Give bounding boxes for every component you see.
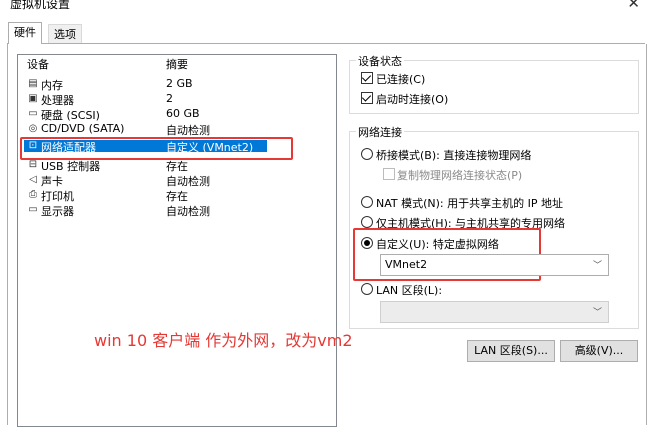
- device-summary: 60 GB: [166, 107, 200, 120]
- title-bar: [0, 0, 650, 18]
- close-icon[interactable]: ✕: [627, 0, 640, 12]
- connect-on-power-checkbox[interactable]: [361, 92, 373, 104]
- device-name: 处理器: [41, 94, 74, 107]
- chevron-down-icon: ﹀: [592, 261, 602, 271]
- device-row-processor[interactable]: ▣ 处理器 2: [18, 92, 334, 107]
- host-only-radio[interactable]: [361, 216, 373, 228]
- sound-card-icon: ◁: [29, 174, 37, 185]
- printer-icon: ⎙: [29, 189, 37, 200]
- device-summary: 自动检测: [166, 124, 210, 137]
- window-title: 虚拟机设置: [10, 0, 71, 11]
- highlight-box-network-adapter: [20, 137, 293, 160]
- display-icon: ▭: [28, 204, 38, 215]
- device-name: 显示器: [41, 205, 74, 218]
- connected-label[interactable]: 已连接(C): [376, 71, 425, 87]
- device-name: 内存: [41, 79, 63, 92]
- connect-on-power-label[interactable]: 启动时连接(O): [376, 91, 448, 107]
- device-row-printer[interactable]: ⎙ 打印机 存在: [18, 189, 334, 203]
- advanced-button[interactable]: 高级(V)...: [560, 340, 638, 362]
- custom-radio[interactable]: [361, 237, 373, 249]
- device-summary: 2 GB: [166, 77, 193, 90]
- custom-network-value: VMnet2: [385, 258, 428, 271]
- device-row-sound-card[interactable]: ◁ 声卡 自动检测: [18, 174, 334, 188]
- device-name: 打印机: [41, 190, 74, 203]
- memory-icon: ▤: [28, 78, 38, 89]
- connected-checkbox[interactable]: [361, 72, 373, 84]
- network-connection-legend: 网络连接: [356, 124, 404, 140]
- custom-network-select[interactable]: VMnet2 ﹀: [380, 254, 609, 276]
- replicate-label[interactable]: 复制物理网络连接状态(P): [397, 167, 522, 183]
- lan-segment-select[interactable]: ﹀: [380, 301, 609, 323]
- device-summary: 存在: [166, 160, 188, 173]
- usb-icon: ⊟: [28, 159, 38, 170]
- device-name: 硬盘 (SCSI): [41, 109, 100, 122]
- cd-dvd-icon: ◎: [28, 123, 38, 134]
- annotation-text: win 10 客户端 作为外网，改为vm2: [94, 331, 353, 350]
- device-row-hard-disk[interactable]: ▭ 硬盘 (SCSI) 60 GB: [18, 107, 334, 122]
- bridged-radio[interactable]: [361, 148, 373, 160]
- device-row-cd-dvd[interactable]: ◎ CD/DVD (SATA) 自动检测: [18, 122, 334, 137]
- device-summary: 2: [166, 92, 173, 105]
- device-summary: 自动检测: [166, 175, 210, 188]
- nat-radio[interactable]: [361, 196, 373, 208]
- device-name: 声卡: [41, 175, 63, 188]
- tab-options[interactable]: 选项: [48, 24, 82, 44]
- lan-label[interactable]: LAN 区段(L):: [376, 282, 442, 298]
- device-summary: 存在: [166, 190, 188, 203]
- device-status-legend: 设备状态: [356, 53, 404, 69]
- lan-segments-button[interactable]: LAN 区段(S)...: [467, 340, 555, 362]
- device-row-usb[interactable]: ⊟ USB 控制器 存在: [18, 159, 334, 173]
- column-header-device[interactable]: 设备: [27, 56, 49, 72]
- nat-label[interactable]: NAT 模式(N): 用于共享主机的 IP 地址: [376, 195, 563, 211]
- lan-radio[interactable]: [361, 283, 373, 295]
- hard-disk-icon: ▭: [28, 108, 38, 119]
- device-name: USB 控制器: [41, 160, 101, 173]
- chevron-down-icon: ﹀: [592, 308, 602, 318]
- processor-icon: ▣: [28, 93, 38, 104]
- device-row-memory[interactable]: ▤ 内存 2 GB: [18, 77, 334, 92]
- replicate-checkbox[interactable]: [383, 168, 395, 180]
- tab-hardware[interactable]: 硬件: [8, 22, 42, 44]
- device-summary: 自动检测: [166, 205, 210, 218]
- column-header-summary[interactable]: 摘要: [166, 56, 188, 72]
- device-row-display[interactable]: ▭ 显示器 自动检测: [18, 204, 334, 218]
- device-name: CD/DVD (SATA): [41, 122, 125, 135]
- custom-label[interactable]: 自定义(U): 特定虚拟网络: [376, 236, 499, 252]
- bridged-label[interactable]: 桥接模式(B): 直接连接物理网络: [376, 147, 531, 163]
